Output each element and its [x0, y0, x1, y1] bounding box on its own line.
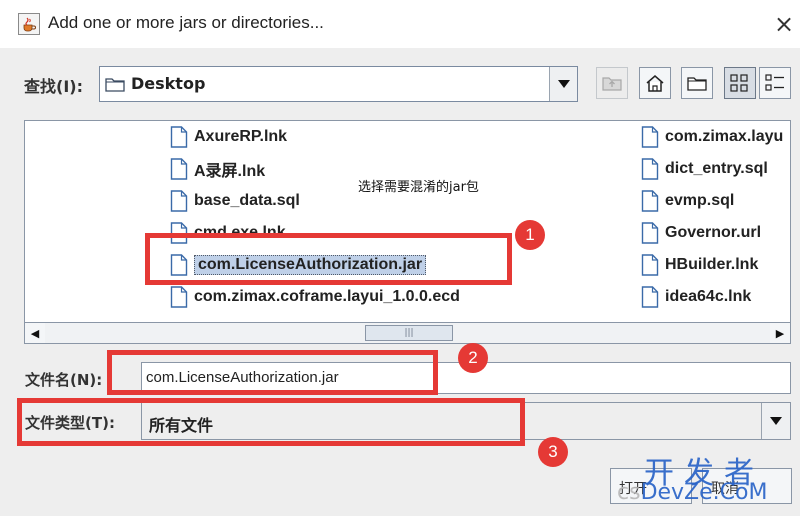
file-name: com.zimax.layu	[665, 128, 784, 145]
java-cup-icon	[18, 13, 40, 35]
file-name: AxureRP.lnk	[194, 128, 288, 145]
list-view-button[interactable]	[724, 67, 756, 99]
highlight-box-2	[107, 350, 438, 395]
title-bar: Add one or more jars or directories... ×	[0, 0, 800, 48]
file-icon	[641, 254, 659, 276]
file-item[interactable]: base_data.sql	[170, 188, 300, 214]
window-title: Add one or more jars or directories...	[48, 13, 324, 32]
chevron-down-icon	[770, 417, 782, 425]
highlight-box-3	[17, 398, 525, 446]
details-view-button[interactable]	[759, 67, 791, 99]
file-name: Governor.url	[665, 224, 762, 241]
file-name: dict_entry.sql	[665, 160, 768, 177]
file-icon	[170, 190, 188, 212]
look-in-dropdown-arrow[interactable]	[549, 67, 577, 101]
file-icon	[641, 222, 659, 244]
scroll-right-button[interactable]: ▶	[770, 323, 790, 343]
file-icon	[641, 286, 659, 308]
list-view-icon	[730, 74, 748, 92]
home-icon	[646, 75, 664, 92]
file-item[interactable]: com.zimax.layu	[641, 124, 783, 150]
up-folder-button[interactable]	[596, 67, 628, 99]
file-icon	[641, 158, 659, 180]
file-list-pane[interactable]: AxureRP.lnk A录屏.lnk base_data.sql cmd.ex…	[24, 120, 791, 344]
file-icon	[641, 190, 659, 212]
file-name-label: 文件名(N):	[25, 371, 103, 389]
step-badge-2: 2	[458, 343, 488, 373]
look-in-value: Desktop	[131, 74, 206, 93]
details-view-icon	[765, 74, 784, 91]
file-item[interactable]: HBuilder.lnk	[641, 252, 758, 278]
file-item[interactable]: com.zimax.coframe.layui_1.0.0.ecd	[170, 284, 460, 310]
file-name: base_data.sql	[194, 192, 300, 209]
file-type-dropdown-arrow[interactable]	[761, 403, 790, 439]
scroll-thumb[interactable]: |||	[365, 325, 453, 341]
file-item[interactable]: AxureRP.lnk	[170, 124, 287, 150]
file-item[interactable]: idea64c.lnk	[641, 284, 751, 310]
file-item[interactable]: dict_entry.sql	[641, 156, 768, 182]
file-chooser-dialog: Add one or more jars or directories... ×…	[0, 0, 800, 516]
file-icon	[170, 126, 188, 148]
annotation-caption: 选择需要混淆的jar包	[358, 180, 479, 195]
file-item[interactable]: A录屏.lnk	[170, 156, 265, 182]
highlight-box-1	[145, 233, 512, 285]
chevron-down-icon	[557, 80, 570, 88]
up-folder-icon	[602, 77, 622, 91]
file-item[interactable]: evmp.sql	[641, 188, 734, 214]
folder-icon	[105, 78, 125, 92]
scroll-left-button[interactable]: ◀	[25, 323, 45, 343]
file-item[interactable]: Governor.url	[641, 220, 761, 246]
horizontal-scrollbar[interactable]: ◀ ||| ▶	[24, 322, 791, 344]
file-name: idea64c.lnk	[665, 288, 752, 305]
file-icon	[641, 126, 659, 148]
new-folder-icon	[687, 77, 707, 91]
watermark-prefix: cs	[617, 480, 641, 505]
file-name: com.zimax.coframe.layui_1.0.0.ecd	[194, 288, 460, 305]
file-name: HBuilder.lnk	[665, 256, 759, 273]
look-in-combo[interactable]: Desktop	[99, 66, 578, 102]
file-name: evmp.sql	[665, 192, 735, 209]
look-in-label: 查找(I):	[24, 77, 83, 96]
file-icon	[170, 158, 188, 180]
file-name: A录屏.lnk	[194, 163, 266, 180]
file-icon	[170, 286, 188, 308]
home-button[interactable]	[639, 67, 671, 99]
step-badge-3: 3	[538, 437, 568, 467]
watermark-bottom: csDevZe.CoM	[617, 480, 767, 505]
step-badge-1: 1	[515, 220, 545, 250]
watermark-domain: DevZe.CoM	[640, 480, 768, 505]
new-folder-button[interactable]	[681, 67, 713, 99]
close-button[interactable]: ×	[772, 12, 796, 36]
